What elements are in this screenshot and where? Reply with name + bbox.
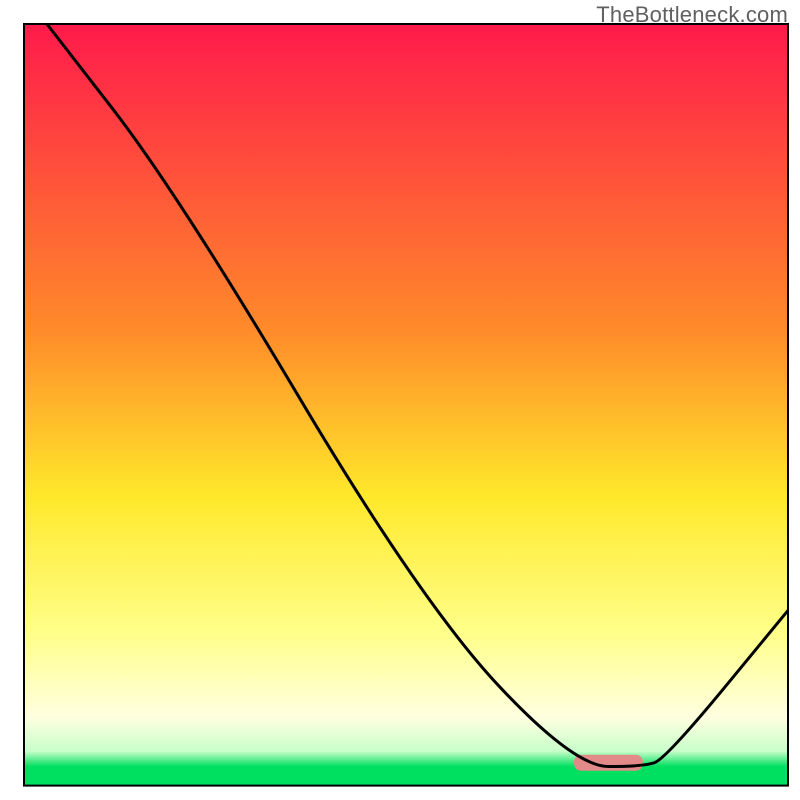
optimal-marker xyxy=(574,755,643,771)
watermark-text: TheBottleneck.com xyxy=(596,2,788,28)
chart-svg xyxy=(0,0,800,800)
bottleneck-chart: TheBottleneck.com xyxy=(0,0,800,800)
gradient-background xyxy=(24,24,788,786)
